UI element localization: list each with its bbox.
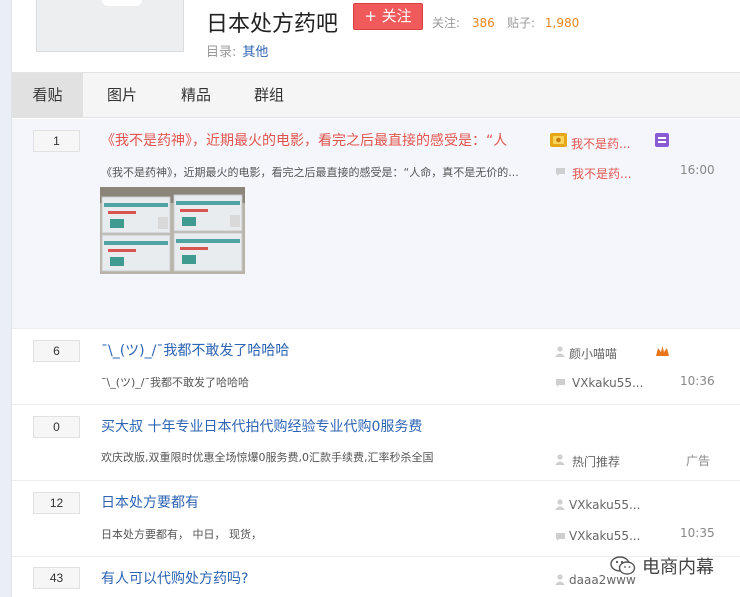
follow-stat: 关注: 386 <box>432 14 495 31</box>
reply-count: 1 <box>33 130 80 152</box>
watermark: 电商内幕 <box>610 553 714 579</box>
reply-count: 6 <box>33 340 80 362</box>
thread-title[interactable]: 买大叔 十年专业日本代拍代购经验专业代购0服务费 <box>101 416 422 436</box>
gold-badge-icon <box>550 133 567 147</box>
thread-image[interactable] <box>100 187 245 274</box>
person-icon <box>555 346 565 357</box>
tab-images[interactable]: 图片 <box>94 73 150 118</box>
tab-posts[interactable]: 看贴 <box>12 73 83 118</box>
reply-count: 43 <box>33 567 80 589</box>
thread-title[interactable]: 日本处方要都有 <box>101 492 199 512</box>
person-icon <box>555 499 565 510</box>
forum-avatar[interactable] <box>36 0 184 52</box>
tab-bar: 看贴 图片 精品 群组 <box>12 72 740 118</box>
last-reply-time: 10:35 <box>680 526 715 540</box>
tab-groups[interactable]: 群组 <box>241 73 297 118</box>
thread-row[interactable]: 12 日本处方要都有 日本处方要都有， 中日， 现货， VXkaku55... … <box>12 481 740 557</box>
speech-bubble-icon <box>556 168 565 176</box>
thread-author[interactable]: 我不是药... <box>571 135 630 152</box>
person-icon <box>555 454 565 465</box>
reply-count: 0 <box>33 416 80 438</box>
tab-featured[interactable]: 精品 <box>168 73 224 118</box>
thread-abstract: 日本处方要都有， 中日， 现货， <box>101 528 262 541</box>
last-reply-user[interactable]: VXkaku55... <box>572 376 643 390</box>
thread-author[interactable]: VXkaku55... <box>569 498 640 512</box>
purple-badge-icon <box>655 133 669 147</box>
thread-abstract: ¯\_(ツ)_/¯我都不敢发了哈哈哈 <box>101 376 249 389</box>
ad-label: 广告 <box>686 454 711 468</box>
follow-count: 386 <box>471 16 495 30</box>
forum-page: 日本处方药吧 + 关注 关注: 386 贴子: 1,980 目录: 其他 看贴 图… <box>11 0 740 597</box>
thread-author[interactable]: 热门推荐 <box>572 453 620 470</box>
orange-badge-icon <box>656 346 669 356</box>
catalog-label: 目录: <box>206 45 237 60</box>
thread-title[interactable]: 《我不是药神》，近期最火的电影，看完之后最直接的感受是：“人 <box>101 130 507 150</box>
wechat-icon <box>610 556 636 575</box>
last-reply-time: 16:00 <box>680 163 715 177</box>
catalog: 目录: 其他 <box>206 41 268 60</box>
speech-bubble-icon <box>556 533 565 541</box>
last-reply-time: 10:36 <box>680 374 715 388</box>
post-stat-label: 贴子: <box>507 16 536 30</box>
watermark-text: 电商内幕 <box>642 557 714 578</box>
catalog-link[interactable]: 其他 <box>242 45 268 60</box>
reply-count: 12 <box>33 492 80 514</box>
person-icon <box>555 574 565 585</box>
thread-author[interactable]: 颜小喵喵 <box>569 345 617 362</box>
thread-abstract: 欢庆改版,双重限时优惠全场惊爆0服务费,0汇款手续费,汇率秒杀全国 <box>101 451 434 464</box>
placeholder-image-icon <box>102 0 142 6</box>
post-stat: 贴子: 1,980 <box>507 14 579 31</box>
thread-row[interactable]: 0 买大叔 十年专业日本代拍代购经验专业代购0服务费 欢庆改版,双重限时优惠全场… <box>12 405 740 481</box>
thread-row[interactable]: 6 ¯\_(ツ)_/¯我都不敢发了哈哈哈 ¯\_(ツ)_/¯我都不敢发了哈哈哈 … <box>12 329 740 405</box>
thread-row[interactable]: 1 《我不是药神》，近期最火的电影，看完之后最直接的感受是：“人 《我不是药神》… <box>12 119 740 329</box>
thread-title[interactable]: ¯\_(ツ)_/¯我都不敢发了哈哈哈 <box>101 340 289 360</box>
last-reply-user[interactable]: VXkaku55... <box>569 529 640 543</box>
speech-bubble-icon <box>556 379 565 387</box>
thread-abstract: 《我不是药神》，近期最火的电影，看完之后最直接的感受是：“人命，真不是无价的..… <box>101 166 519 179</box>
forum-title: 日本处方药吧 <box>206 12 339 37</box>
post-count: 1,980 <box>544 16 580 30</box>
thread-title[interactable]: 有人可以代购处方药吗? <box>101 568 248 588</box>
follow-button[interactable]: + 关注 <box>353 3 423 30</box>
follow-stat-label: 关注: <box>432 16 461 30</box>
last-reply-user[interactable]: 我不是药... <box>572 165 631 182</box>
forum-header: 日本处方药吧 + 关注 关注: 386 贴子: 1,980 目录: 其他 <box>12 0 740 72</box>
